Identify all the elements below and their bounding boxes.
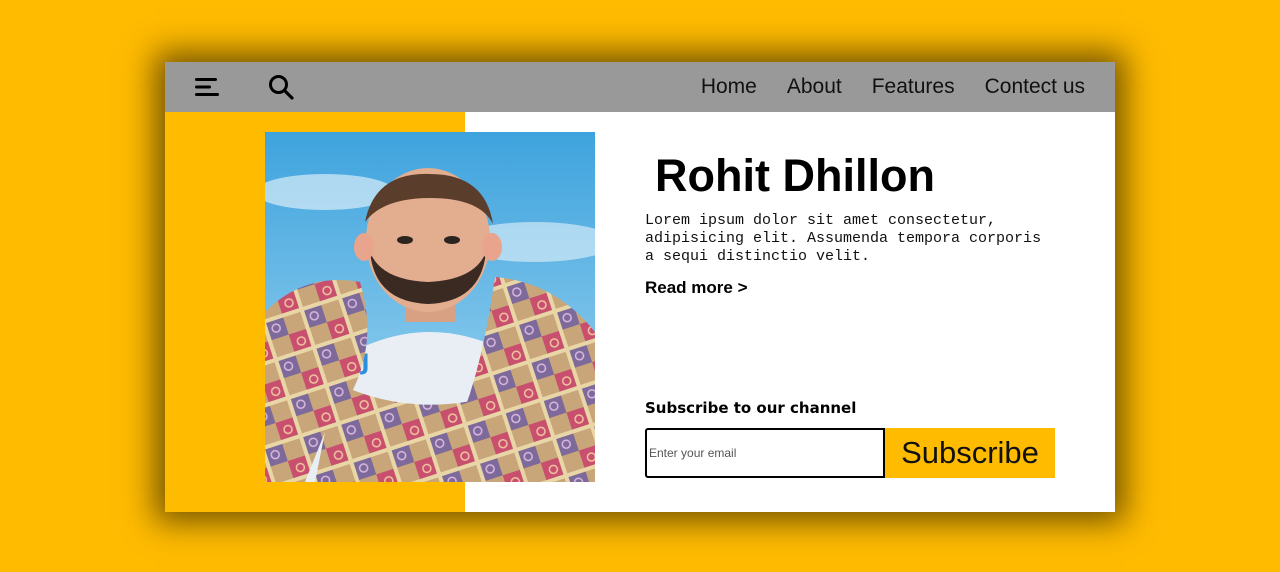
nav-link-about[interactable]: About (787, 75, 842, 99)
subscribe-heading: Subscribe to our channel (645, 399, 857, 417)
read-more-link[interactable]: Read more > (645, 278, 748, 298)
profile-photo: ✦J (265, 132, 595, 482)
search-icon[interactable] (267, 73, 295, 101)
nav-link-home[interactable]: Home (701, 75, 757, 99)
profile-bio: Lorem ipsum dolor sit amet consectetur, … (645, 212, 1042, 265)
nav-link-contact[interactable]: Contect us (985, 75, 1085, 99)
profile-name: Rohit Dhillon (655, 150, 935, 201)
nav-links: Home About Features Contect us (701, 62, 1085, 112)
subscribe-button[interactable]: Subscribe (885, 428, 1055, 478)
navbar: Home About Features Contect us (165, 62, 1115, 112)
email-input[interactable] (645, 428, 885, 478)
profile-card: Home About Features Contect us Rohit Dhi… (165, 62, 1115, 512)
hamburger-menu-icon[interactable] (193, 75, 221, 99)
nav-link-features[interactable]: Features (872, 75, 955, 99)
